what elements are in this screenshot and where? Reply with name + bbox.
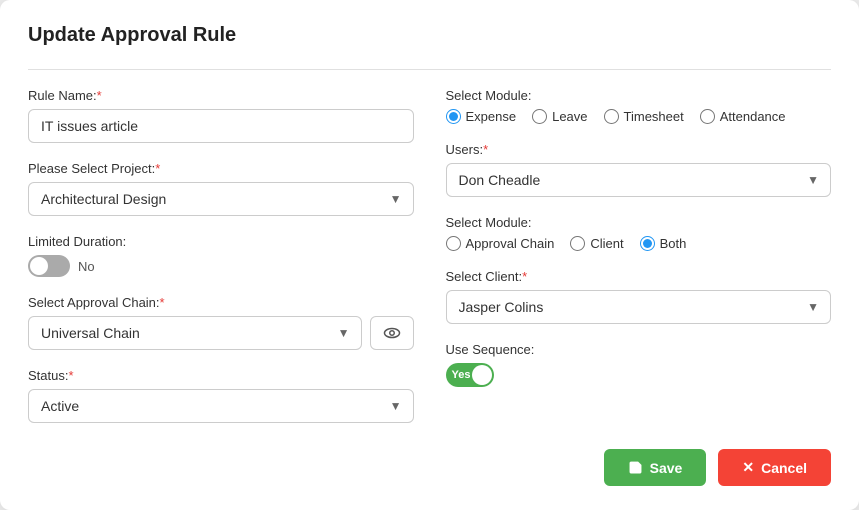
limited-duration-toggle[interactable] xyxy=(28,255,70,277)
module-attendance-radio[interactable] xyxy=(700,109,715,124)
select-client-label: Select Client:* xyxy=(446,269,832,284)
rule-name-group: Rule Name:* xyxy=(28,88,414,143)
select-project-group: Please Select Project:* Architectural De… xyxy=(28,161,414,216)
eye-icon xyxy=(383,324,401,342)
save-icon xyxy=(628,460,643,475)
status-select[interactable]: Active Inactive xyxy=(28,389,414,423)
select-module-label: Select Module: xyxy=(446,88,832,103)
users-select-wrapper: Don Cheadle User B User C ▼ xyxy=(446,163,832,197)
select-client-input[interactable]: Jasper Colins Client B Client C xyxy=(446,290,832,324)
select-module2-label: Select Module: xyxy=(446,215,832,230)
select-project-wrapper: Architectural Design Project B Project C… xyxy=(28,182,414,216)
cancel-button[interactable]: ✕ Cancel xyxy=(718,449,831,486)
status-select-wrapper: Active Inactive ▼ xyxy=(28,389,414,423)
module2-approval-chain-radio[interactable] xyxy=(446,236,461,251)
select-module2-group: Select Module: Approval Chain Client Bot… xyxy=(446,215,832,251)
select-chain-wrapper: Universal Chain Chain B Chain C ▼ xyxy=(28,316,414,350)
module-radio-group: Expense Leave Timesheet Attendance xyxy=(446,109,832,124)
module-attendance-option[interactable]: Attendance xyxy=(700,109,786,124)
status-label: Status:* xyxy=(28,368,414,383)
module2-client-radio[interactable] xyxy=(570,236,585,251)
module2-both-radio[interactable] xyxy=(640,236,655,251)
module-expense-radio[interactable] xyxy=(446,109,461,124)
right-column: Select Module: Expense Leave Timesheet xyxy=(446,88,832,441)
left-column: Rule Name:* Please Select Project:* Arch… xyxy=(28,88,414,441)
module2-both-option[interactable]: Both xyxy=(640,236,687,251)
form-grid: Rule Name:* Please Select Project:* Arch… xyxy=(28,88,831,441)
rule-name-label: Rule Name:* xyxy=(28,88,414,103)
eye-button[interactable] xyxy=(370,316,414,350)
use-sequence-label: Use Sequence: xyxy=(446,342,832,357)
module-timesheet-option[interactable]: Timesheet xyxy=(604,109,684,124)
users-select[interactable]: Don Cheadle User B User C xyxy=(446,163,832,197)
limited-duration-label: Limited Duration: xyxy=(28,234,414,249)
cancel-icon: ✕ xyxy=(742,459,754,476)
status-group: Status:* Active Inactive ▼ xyxy=(28,368,414,423)
use-sequence-yes-label: Yes xyxy=(452,369,471,381)
rule-name-input[interactable] xyxy=(28,109,414,143)
update-approval-rule-modal: Update Approval Rule Rule Name:* Please … xyxy=(0,0,859,510)
users-group: Users:* Don Cheadle User B User C ▼ xyxy=(446,142,832,197)
select-approval-chain-input[interactable]: Universal Chain Chain B Chain C xyxy=(28,316,362,350)
modal-title: Update Approval Rule xyxy=(28,24,831,47)
use-sequence-row: Yes xyxy=(446,363,832,387)
limited-duration-toggle-label: No xyxy=(78,259,95,274)
select-approval-chain-label: Select Approval Chain:* xyxy=(28,295,414,310)
select-module-group: Select Module: Expense Leave Timesheet xyxy=(446,88,832,124)
limited-duration-toggle-wrapper: No xyxy=(28,255,414,277)
module-leave-radio[interactable] xyxy=(532,109,547,124)
toggle-knob xyxy=(30,257,48,275)
limited-duration-group: Limited Duration: No xyxy=(28,234,414,277)
select-project-input[interactable]: Architectural Design Project B Project C xyxy=(28,182,414,216)
use-sequence-knob xyxy=(472,365,492,385)
select-project-label: Please Select Project:* xyxy=(28,161,414,176)
module2-radio-group: Approval Chain Client Both xyxy=(446,236,832,251)
use-sequence-group: Use Sequence: Yes xyxy=(446,342,832,387)
select-client-wrapper: Jasper Colins Client B Client C ▼ xyxy=(446,290,832,324)
module-leave-option[interactable]: Leave xyxy=(532,109,587,124)
save-button[interactable]: Save xyxy=(604,449,707,486)
module2-client-option[interactable]: Client xyxy=(570,236,623,251)
select-approval-chain-group: Select Approval Chain:* Universal Chain … xyxy=(28,295,414,350)
module-expense-option[interactable]: Expense xyxy=(446,109,517,124)
users-label: Users:* xyxy=(446,142,832,157)
footer-buttons: Save ✕ Cancel xyxy=(28,449,831,486)
module2-approval-chain-option[interactable]: Approval Chain xyxy=(446,236,555,251)
use-sequence-toggle[interactable]: Yes xyxy=(446,363,494,387)
select-client-group: Select Client:* Jasper Colins Client B C… xyxy=(446,269,832,324)
module-timesheet-radio[interactable] xyxy=(604,109,619,124)
